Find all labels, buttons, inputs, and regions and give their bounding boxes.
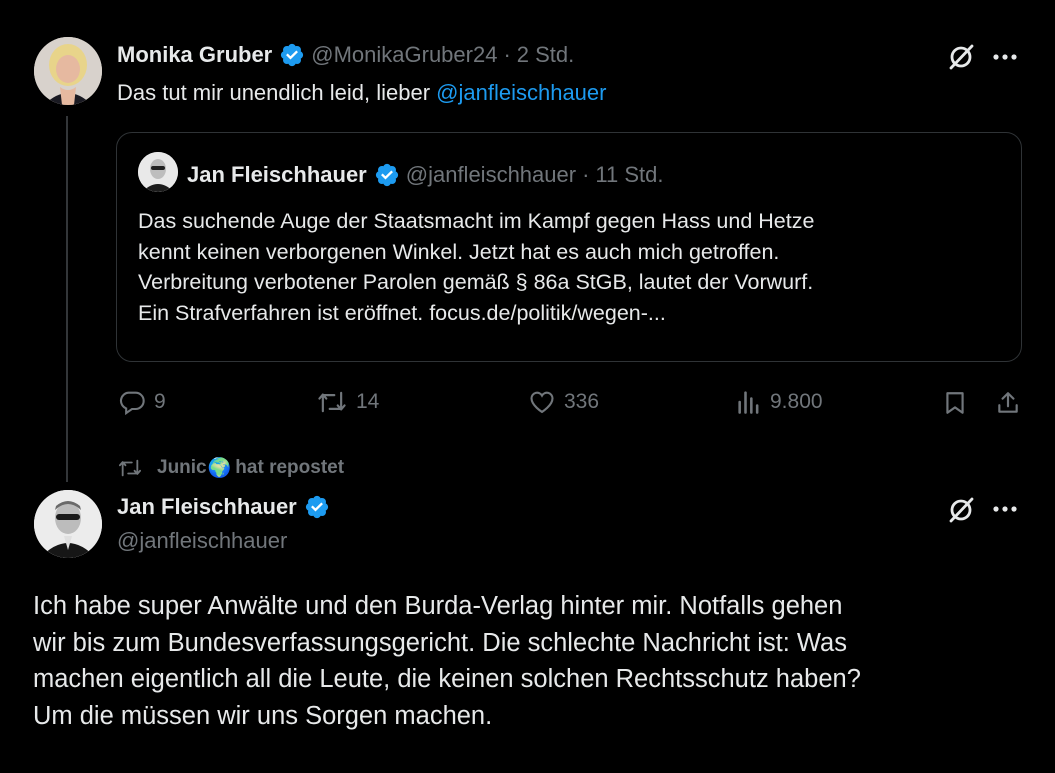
- monika-avatar-icon: [34, 37, 102, 105]
- mention-link[interactable]: @janfleischhauer: [436, 80, 606, 105]
- avatar[interactable]: [34, 490, 102, 558]
- author-handle[interactable]: @janfleischhauer: [117, 528, 287, 554]
- jan-avatar-icon: [34, 490, 102, 558]
- separator-dot: ·: [582, 162, 590, 187]
- quote-text-line: Das suchende Auge der Staatsmacht im Kam…: [138, 209, 815, 233]
- quote-text: Das suchende Auge der Staatsmacht im Kam…: [138, 206, 814, 328]
- reply-button[interactable]: 9: [118, 388, 166, 416]
- quote-text-line: Verbreitung verbotener Parolen gemäß § 8…: [138, 270, 814, 294]
- tweet-text-line: Ich habe super Anwälte und den Burda-Ver…: [33, 592, 843, 620]
- grok-icon[interactable]: [945, 494, 977, 526]
- avatar[interactable]: [34, 37, 102, 105]
- quote-text-line: kennt keinen verborgenen Winkel. Jetzt h…: [138, 239, 780, 264]
- tweet-text-line: Um die müssen wir uns Sorgen machen.: [33, 701, 493, 730]
- repost-button[interactable]: 14: [316, 388, 379, 416]
- bookmark-button[interactable]: [940, 388, 970, 418]
- author-name[interactable]: Monika Gruber: [117, 42, 272, 68]
- repost-count: 14: [356, 390, 380, 413]
- grok-icon[interactable]: [945, 41, 977, 73]
- separator-dot: ·: [503, 42, 511, 67]
- quote-timestamp: 11 Std.: [595, 162, 664, 187]
- like-button[interactable]: 336: [528, 388, 599, 416]
- jan-avatar-icon: [138, 152, 178, 192]
- verified-badge-icon: [304, 494, 330, 520]
- heart-icon: [530, 391, 554, 414]
- tweet-text-line: wir bis zum Bundesverfassungsgericht. Di…: [33, 628, 847, 657]
- reposted-label: hat repostet: [235, 457, 345, 478]
- tweet-header: Monika Gruber @MonikaGruber24 · 2 Std.: [117, 40, 574, 70]
- quote-avatar: [138, 152, 178, 192]
- more-options-icon[interactable]: [990, 494, 1020, 524]
- tweet-text-line: machen eigentlich all die Leute, die kei…: [33, 665, 861, 693]
- verified-badge-icon: [374, 162, 400, 188]
- repost-banner: Junic 🌍 hat repostet: [117, 455, 344, 481]
- share-icon: [998, 392, 1018, 413]
- tweet-text: Das tut mir unendlich leid, lieber @janf…: [117, 80, 606, 106]
- repost-icon: [318, 391, 346, 413]
- bookmark-icon: [946, 392, 964, 414]
- repost-icon: [119, 459, 141, 477]
- reply-icon: [119, 391, 145, 416]
- globe-emoji: 🌍: [207, 458, 232, 479]
- like-count: 336: [564, 390, 600, 413]
- tweet-header: Jan Fleischhauer: [117, 492, 330, 522]
- author-handle[interactable]: @MonikaGruber24: [311, 42, 497, 68]
- quote-handle: @janfleischhauer: [405, 162, 577, 187]
- views-chart-icon: [738, 391, 759, 414]
- thread-line: [66, 116, 68, 482]
- quote-text-line: Ein Strafverfahren ist eröffnet. focus.d…: [138, 300, 666, 325]
- reposter-name[interactable]: Junic: [157, 457, 207, 479]
- reply-count: 9: [154, 390, 166, 413]
- author-name[interactable]: Jan Fleischhauer: [117, 494, 297, 520]
- tweet-text-body: Das tut mir unendlich leid, lieber: [117, 80, 437, 105]
- timestamp[interactable]: 2 Std.: [517, 42, 574, 68]
- quote-author-name: Jan Fleischhauer: [187, 162, 367, 187]
- view-count: 9.800: [770, 390, 823, 413]
- views-button[interactable]: 9.800: [736, 388, 823, 416]
- more-options-icon[interactable]: [990, 42, 1020, 72]
- verified-badge-icon: [279, 42, 305, 68]
- tweet-text: Ich habe super Anwälte und den Burda-Ver…: [33, 588, 861, 734]
- share-button[interactable]: [993, 388, 1023, 418]
- quote-header: Jan Fleischhauer @janfleischhauer · 11 S…: [187, 160, 664, 190]
